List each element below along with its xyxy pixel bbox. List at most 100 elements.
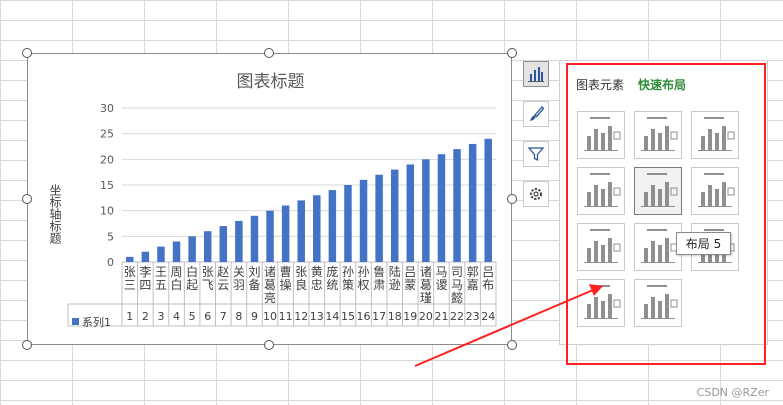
bar xyxy=(203,231,212,262)
x-category-label: 白起 xyxy=(186,264,198,292)
brush-icon xyxy=(530,106,545,121)
x-category-label: 陆逊 xyxy=(389,264,401,292)
bar xyxy=(126,256,134,262)
bar xyxy=(266,210,274,262)
x-category-label: 诸葛亮 xyxy=(264,265,276,305)
x-category-label: 司马懿 xyxy=(451,265,463,305)
bar xyxy=(188,236,196,262)
data-table-value: 10 xyxy=(263,310,277,323)
legend-label: 系列1 xyxy=(82,315,111,329)
gear-icon xyxy=(530,188,542,200)
chart-layout-icon xyxy=(528,67,544,82)
x-category-label: 吕蒙 xyxy=(404,265,416,292)
bar xyxy=(406,164,415,262)
data-table-value: 9 xyxy=(251,310,258,323)
bar xyxy=(172,241,181,262)
x-category-label: 周白 xyxy=(171,265,183,292)
x-category-label: 孙权 xyxy=(358,265,370,292)
bar xyxy=(344,185,352,262)
chart-settings-button[interactable] xyxy=(523,181,549,207)
bar xyxy=(328,190,337,262)
x-category-label: 张三 xyxy=(124,265,136,292)
data-table-value: 2 xyxy=(142,310,149,323)
chart-layout-button[interactable] xyxy=(523,61,549,87)
data-table-value: 1 xyxy=(126,310,133,323)
y-tick-label: 20 xyxy=(100,153,114,166)
data-table-value: 13 xyxy=(310,310,324,323)
highlight-box xyxy=(566,63,766,365)
data-table-value: 11 xyxy=(279,310,293,323)
data-table-value: 18 xyxy=(388,310,402,323)
bar xyxy=(281,205,290,262)
y-tick-label: 25 xyxy=(100,128,114,141)
y-tick-label: 10 xyxy=(100,205,114,218)
bar xyxy=(390,169,399,262)
filter-icon xyxy=(527,147,545,162)
bar xyxy=(375,174,383,262)
x-category-label: 张飞 xyxy=(202,265,214,292)
x-category-label: 庞统 xyxy=(326,264,338,292)
bar xyxy=(422,159,430,262)
x-category-label: 赵云 xyxy=(217,265,229,292)
legend[interactable]: 系列1 xyxy=(72,313,111,330)
x-category-label: 郭嘉 xyxy=(467,265,479,292)
x-category-label: 诸葛瑾 xyxy=(420,265,432,305)
data-table-value: 22 xyxy=(450,310,464,323)
resize-handle-middle-right[interactable] xyxy=(507,194,517,204)
chart-object[interactable]: 图表标题 坐标轴标题 0 5 10 15 20 25 30 张三 1 李四 2 王五 3 周白 4 白起 5 张飞… xyxy=(27,53,512,345)
bar xyxy=(141,251,150,262)
chart-filters-button[interactable] xyxy=(523,141,549,167)
resize-handle-top-middle[interactable] xyxy=(264,48,274,58)
bar xyxy=(235,220,243,262)
data-table-value: 23 xyxy=(466,310,480,323)
chart-styles-button[interactable] xyxy=(523,101,549,127)
plot-area[interactable]: 051015202530张三1李四2王五3周白4白起5张飞6赵云7关羽8刘备9诸… xyxy=(28,54,513,346)
data-table-value: 8 xyxy=(235,310,242,323)
data-table-value: 21 xyxy=(434,310,448,323)
x-category-label: 鲁肃 xyxy=(373,265,385,292)
x-category-label: 曹操 xyxy=(280,265,292,292)
x-category-label: 张良 xyxy=(295,265,307,292)
data-table-value: 5 xyxy=(189,310,196,323)
x-category-label: 黄忠 xyxy=(311,265,323,292)
watermark: CSDN @RZer xyxy=(696,386,769,399)
x-category-label: 孙策 xyxy=(342,265,354,292)
data-table-value: 14 xyxy=(325,310,339,323)
data-table-value: 3 xyxy=(157,310,164,323)
x-category-label: 王五 xyxy=(155,265,167,292)
bar xyxy=(484,138,492,262)
data-table-value: 19 xyxy=(403,310,417,323)
data-table-value: 6 xyxy=(204,310,211,323)
x-category-label: 吕布 xyxy=(482,265,494,292)
x-category-label: 关羽 xyxy=(233,265,245,292)
resize-handle-bottom-middle[interactable] xyxy=(264,340,274,350)
resize-handle-bottom-right[interactable] xyxy=(507,340,517,350)
data-table-value: 20 xyxy=(419,310,433,323)
bar xyxy=(219,226,228,262)
x-category-label: 马谡 xyxy=(435,265,447,292)
bar xyxy=(453,149,461,262)
bar xyxy=(468,143,477,262)
y-tick-label: 30 xyxy=(100,102,114,115)
resize-handle-bottom-left[interactable] xyxy=(22,340,32,350)
bar xyxy=(250,215,259,262)
data-table-value: 12 xyxy=(294,310,308,323)
data-table-value: 16 xyxy=(357,310,371,323)
bar xyxy=(313,195,321,262)
bar xyxy=(157,246,165,262)
resize-handle-middle-left[interactable] xyxy=(22,194,32,204)
bar xyxy=(437,154,446,262)
y-tick-label: 5 xyxy=(107,230,114,243)
x-category-label: 李四 xyxy=(139,264,151,292)
resize-handle-top-right[interactable] xyxy=(507,48,517,58)
data-table-value: 17 xyxy=(372,310,386,323)
y-tick-label: 15 xyxy=(100,179,114,192)
data-table-value: 7 xyxy=(220,310,227,323)
data-table-value: 15 xyxy=(341,310,355,323)
data-table-value: 4 xyxy=(173,310,180,323)
y-tick-label: 0 xyxy=(107,256,114,269)
bar xyxy=(359,179,368,262)
resize-handle-top-left[interactable] xyxy=(22,48,32,58)
x-category-label: 刘备 xyxy=(248,265,260,292)
data-table-value: 24 xyxy=(481,310,495,323)
